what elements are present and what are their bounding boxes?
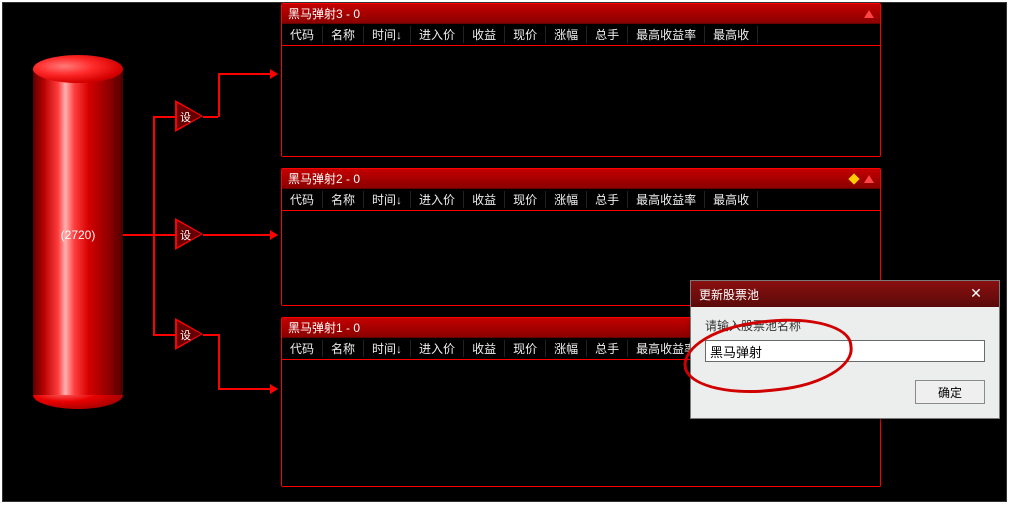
- col[interactable]: 涨幅: [546, 191, 587, 208]
- up-arrow-icon[interactable]: [864, 175, 874, 183]
- col[interactable]: 总手: [587, 191, 628, 208]
- filter-node-1-label: 设: [180, 109, 191, 125]
- col[interactable]: 代码: [282, 191, 323, 208]
- wire: [203, 334, 218, 336]
- wire: [153, 116, 155, 336]
- col[interactable]: 代码: [282, 340, 323, 357]
- pool-cylinder-top: [33, 55, 123, 83]
- panel-1-title: 黑马弹射3 - 0: [288, 5, 360, 22]
- col[interactable]: 代码: [282, 26, 323, 43]
- arrow-icon: [270, 230, 278, 240]
- ok-button[interactable]: 确定: [915, 380, 985, 404]
- up-arrow-icon[interactable]: [864, 10, 874, 18]
- col[interactable]: 涨幅: [546, 26, 587, 43]
- col[interactable]: 名称: [323, 191, 364, 208]
- arrow-icon: [270, 384, 278, 394]
- pool-name-input[interactable]: [705, 340, 985, 362]
- panel-2-title: 黑马弹射2 - 0: [288, 170, 360, 187]
- col[interactable]: 名称: [323, 340, 364, 357]
- dialog-title-bar[interactable]: 更新股票池 ✕: [691, 281, 999, 307]
- diamond-icon[interactable]: [848, 173, 859, 184]
- wire: [218, 388, 270, 390]
- col[interactable]: 进入价: [411, 26, 464, 43]
- canvas: (2720) 设 设 设 黑马弹射3 - 0 代码 名称 时间↓ 进入价: [2, 2, 1007, 502]
- col[interactable]: 进入价: [411, 340, 464, 357]
- pool-count-label: (2720): [33, 228, 123, 242]
- dialog-prompt: 请输入股票池名称: [705, 317, 985, 334]
- col[interactable]: 名称: [323, 26, 364, 43]
- col[interactable]: 收益: [464, 191, 505, 208]
- col[interactable]: 时间↓: [364, 26, 411, 43]
- col[interactable]: 总手: [587, 26, 628, 43]
- wire: [203, 234, 270, 236]
- wire: [218, 334, 220, 388]
- col[interactable]: 进入价: [411, 191, 464, 208]
- panel-2-columns[interactable]: 代码 名称 时间↓ 进入价 收益 现价 涨幅 总手 最高收益率 最高收: [282, 189, 880, 211]
- col[interactable]: 时间↓: [364, 191, 411, 208]
- close-icon[interactable]: ✕: [961, 284, 991, 304]
- result-panel-1[interactable]: 黑马弹射3 - 0 代码 名称 时间↓ 进入价 收益 现价 涨幅 总手 最高收益…: [281, 3, 881, 157]
- panel-1-columns[interactable]: 代码 名称 时间↓ 进入价 收益 现价 涨幅 总手 最高收益率 最高收: [282, 24, 880, 46]
- wire: [153, 116, 175, 118]
- wire: [218, 73, 270, 75]
- col[interactable]: 现价: [505, 340, 546, 357]
- col[interactable]: 现价: [505, 26, 546, 43]
- col[interactable]: 最高收益率: [628, 26, 705, 43]
- col[interactable]: 现价: [505, 191, 546, 208]
- wire: [203, 116, 218, 118]
- filter-node-3-label: 设: [180, 327, 191, 343]
- wire: [218, 73, 220, 117]
- col[interactable]: 收益: [464, 26, 505, 43]
- wire: [153, 234, 175, 236]
- dialog-title: 更新股票池: [699, 286, 759, 303]
- col[interactable]: 时间↓: [364, 340, 411, 357]
- col[interactable]: 最高收: [705, 26, 758, 43]
- update-pool-dialog: 更新股票池 ✕ 请输入股票池名称 确定: [690, 280, 1000, 419]
- arrow-icon: [270, 69, 278, 79]
- col[interactable]: 总手: [587, 340, 628, 357]
- col[interactable]: 最高收益率: [628, 191, 705, 208]
- col[interactable]: 收益: [464, 340, 505, 357]
- col[interactable]: 涨幅: [546, 340, 587, 357]
- col[interactable]: 最高收: [705, 191, 758, 208]
- panel-3-title: 黑马弹射1 - 0: [288, 319, 360, 336]
- panel-1-body[interactable]: [282, 46, 880, 156]
- filter-node-2-label: 设: [180, 227, 191, 243]
- wire: [123, 234, 153, 236]
- wire: [153, 334, 175, 336]
